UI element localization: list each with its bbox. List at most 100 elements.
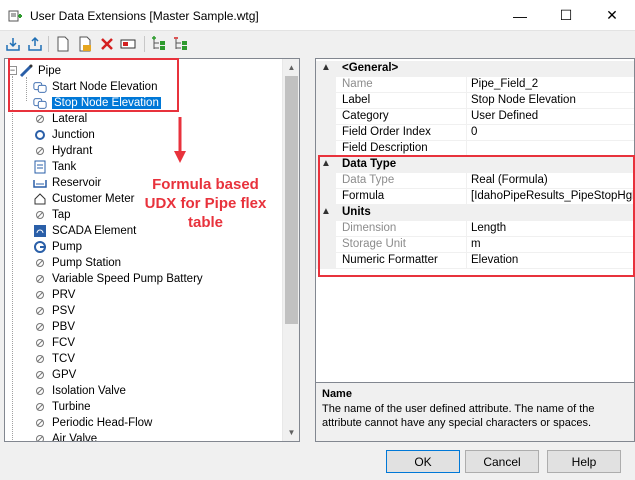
element-icon	[33, 384, 47, 398]
tree-item[interactable]: Pump	[33, 239, 82, 255]
tree-item-label: GPV	[52, 369, 77, 381]
collapse-all-icon[interactable]	[172, 35, 190, 53]
description-panel: Name The name of the user defined attrib…	[315, 382, 635, 442]
tree-item[interactable]: Customer Meter	[33, 191, 134, 207]
property-value[interactable]: Pipe_Field_2	[471, 78, 538, 90]
element-icon	[33, 416, 47, 430]
tree-item-label: PSV	[52, 305, 76, 317]
junction-icon	[33, 128, 47, 142]
property-name: Field Order Index	[342, 126, 431, 138]
property-row[interactable]: Field Order Index 0	[316, 125, 634, 141]
tree-item-label: FCV	[52, 337, 75, 349]
property-name: Category	[342, 110, 389, 122]
tree-item[interactable]: TCV	[33, 351, 75, 367]
tree-scrollbar[interactable]: ▲ ▼	[282, 59, 299, 441]
toolbar	[0, 31, 635, 57]
reservoir-icon	[33, 176, 47, 190]
scroll-thumb[interactable]	[285, 76, 298, 324]
title-bar: User Data Extensions [Master Sample.wtg]…	[0, 0, 635, 31]
element-icon	[33, 112, 47, 126]
element-icon	[33, 304, 47, 318]
tree-item-label: Pump	[52, 241, 83, 253]
element-icon	[33, 368, 47, 382]
property-name: Field Description	[342, 142, 428, 154]
tree-item[interactable]: SCADA Element	[33, 223, 136, 239]
element-icon	[33, 432, 47, 441]
tree-item-label: Hydrant	[52, 145, 93, 157]
tree-item[interactable]: Variable Speed Pump Battery	[33, 271, 203, 287]
tree-item[interactable]: Periodic Head-Flow	[33, 415, 152, 431]
help-button[interactable]: Help	[547, 450, 621, 473]
tree-item[interactable]: Hydrant	[33, 143, 92, 159]
tree-item-label: Tank	[52, 161, 77, 173]
element-icon	[33, 336, 47, 350]
highlight-box-properties	[318, 155, 635, 277]
property-row[interactable]: Name Pipe_Field_2	[316, 77, 634, 93]
app-icon	[8, 9, 22, 23]
tree-item[interactable]: Reservoir	[33, 175, 101, 191]
property-value[interactable]: Stop Node Elevation	[471, 94, 576, 106]
element-icon	[33, 320, 47, 334]
property-value[interactable]: User Defined	[471, 110, 538, 122]
description-text: The name of the user defined attribute. …	[322, 403, 595, 429]
red-arrow-icon	[174, 117, 186, 163]
tree-item-label: Isolation Valve	[52, 385, 126, 397]
maximize-button[interactable]: ☐	[543, 0, 589, 31]
house-icon	[33, 192, 47, 206]
scroll-up-icon[interactable]: ▲	[283, 59, 299, 76]
element-icon	[33, 208, 47, 222]
annotation-text: Formula based UDX for Pipe flex table	[144, 176, 267, 231]
category-general[interactable]: ▲ <General>	[316, 61, 634, 77]
tree-item[interactable]: GPV	[33, 367, 76, 383]
ok-button[interactable]: OK	[386, 450, 460, 473]
tree-item-label: Periodic Head-Flow	[52, 417, 153, 429]
rename-icon[interactable]	[120, 35, 138, 53]
property-name: Name	[342, 78, 373, 90]
tree-item-label: Air Valve	[52, 433, 98, 442]
close-button[interactable]: ✕	[589, 0, 635, 31]
cancel-button[interactable]: Cancel	[465, 450, 539, 473]
tree-item-label: PBV	[52, 321, 76, 333]
category-label: <General>	[342, 62, 399, 74]
expand-all-icon[interactable]	[150, 35, 168, 53]
tree-item-label: Turbine	[52, 401, 91, 413]
tree-item-label: Customer Meter	[52, 193, 135, 205]
tree-item[interactable]: Tank	[33, 159, 76, 175]
tree-item[interactable]: Junction	[33, 127, 95, 143]
tree-item-label: Variable Speed Pump Battery	[52, 273, 203, 285]
new-icon[interactable]	[54, 35, 72, 53]
tree-item-label: Tap	[52, 209, 71, 221]
delete-icon[interactable]	[98, 35, 116, 53]
tree-item[interactable]: Tap	[33, 207, 71, 223]
property-value[interactable]: 0	[471, 126, 477, 138]
tree-item[interactable]: PRV	[33, 287, 75, 303]
pump-icon	[33, 240, 47, 254]
scroll-down-icon[interactable]: ▼	[283, 424, 299, 441]
tree-item-label: Lateral	[52, 113, 88, 125]
element-tree[interactable]: Pipe Start Node Elevation Stop Node Elevat…	[4, 58, 300, 442]
open-icon[interactable]	[76, 35, 94, 53]
scada-icon	[33, 224, 47, 238]
tree-item[interactable]: PBV	[33, 319, 75, 335]
import-icon[interactable]	[4, 35, 22, 53]
property-row[interactable]: Label Stop Node Elevation	[316, 93, 634, 109]
property-row[interactable]: Category User Defined	[316, 109, 634, 125]
tree-item[interactable]: Turbine	[33, 399, 91, 415]
tree-item[interactable]: Air Valve	[33, 431, 98, 442]
tree-item[interactable]: Isolation Valve	[33, 383, 126, 399]
export-icon[interactable]	[26, 35, 44, 53]
tree-item[interactable]: Lateral	[33, 111, 87, 127]
element-icon	[33, 256, 47, 270]
minimize-button[interactable]: —	[497, 0, 543, 31]
tree-item[interactable]: Pump Station	[33, 255, 121, 271]
tree-item[interactable]: PSV	[33, 303, 75, 319]
description-title: Name	[322, 388, 352, 400]
element-icon	[33, 272, 47, 286]
window-title: User Data Extensions [Master Sample.wtg]	[30, 9, 259, 23]
collapse-icon[interactable]: ▲	[321, 62, 331, 73]
tree-item[interactable]: FCV	[33, 335, 75, 351]
property-name: Label	[342, 94, 371, 106]
tree-item-label: TCV	[52, 353, 75, 365]
tree-item-label: Reservoir	[52, 177, 102, 189]
highlight-box-tree	[8, 58, 179, 112]
